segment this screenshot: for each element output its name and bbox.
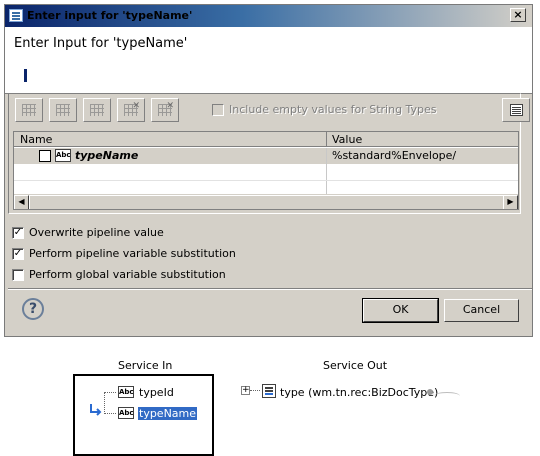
empty-row: [14, 164, 518, 180]
service-in-label: Service In: [118, 359, 173, 372]
duplicate-row-button[interactable]: [83, 98, 111, 122]
cell-separator: [326, 164, 327, 180]
delete-row-button[interactable]: ✕: [117, 98, 145, 122]
duplicate-row-icon: [90, 104, 104, 116]
dialog-title: Enter input for 'typeName': [27, 9, 193, 22]
string-type-icon: Abc: [118, 386, 134, 398]
insert-row-icon: [56, 104, 70, 116]
horizontal-scrollbar[interactable]: ◀ ▶: [14, 194, 518, 209]
tree-line: [250, 390, 260, 391]
columns-button[interactable]: [502, 98, 530, 122]
row-checkbox[interactable]: [39, 150, 51, 162]
cell-separator: [326, 181, 327, 195]
global-substitution-checkbox[interactable]: [12, 269, 24, 281]
help-icon[interactable]: ?: [22, 298, 44, 320]
column-value-header[interactable]: Value: [332, 133, 362, 146]
overwrite-pipeline-label: Overwrite pipeline value: [29, 226, 164, 239]
pipeline-substitution-label: Perform pipeline variable substitution: [29, 247, 236, 260]
columns-icon: [510, 104, 523, 116]
service-out-label: Service Out: [323, 359, 388, 372]
field-typeid[interactable]: typeId: [139, 386, 174, 399]
pipeline-substitution-checkbox[interactable]: ✓: [12, 248, 24, 260]
scroll-thumb[interactable]: [29, 195, 505, 209]
clear-rows-button[interactable]: ✕: [151, 98, 179, 122]
ok-button[interactable]: OK: [362, 298, 439, 323]
connector-dot[interactable]: [427, 389, 433, 395]
editor-toolbar: ✕ ✕ Include empty values for String Type…: [9, 96, 532, 124]
empty-row: [14, 181, 518, 195]
field-typename[interactable]: typeName: [138, 407, 198, 420]
field-type-record[interactable]: type (wm.tn.rec:BizDocType): [280, 386, 438, 399]
scroll-right-button[interactable]: ▶: [503, 195, 518, 209]
record-icon: [262, 384, 276, 398]
insert-row-button[interactable]: [49, 98, 77, 122]
cell-separator: [326, 148, 327, 164]
scroll-left-button[interactable]: ◀: [14, 195, 29, 209]
row-value[interactable]: %standard%Envelope/: [332, 149, 456, 162]
column-name-header[interactable]: Name: [20, 133, 52, 146]
dialog-header: Enter Input for 'typeName': [5, 27, 532, 94]
add-row-button[interactable]: [15, 98, 43, 122]
close-button[interactable]: ×: [510, 8, 526, 22]
global-substitution-label: Perform global variable substitution: [29, 268, 226, 281]
column-separator: [326, 132, 327, 147]
header-title: Enter Input for 'typeName': [14, 36, 188, 51]
title-bar[interactable]: Enter input for 'typeName' ×: [5, 5, 532, 27]
row-name: typeName: [75, 149, 139, 162]
include-empty-label: Include empty values for String Types: [229, 103, 437, 116]
map-arrow-icon: [90, 404, 102, 416]
window-icon: [9, 9, 23, 22]
footer-divider: [8, 288, 532, 290]
input-table: Name Value Abc typeName %standard%Envelo…: [13, 131, 519, 210]
include-empty-box[interactable]: [212, 104, 224, 116]
expand-toggle[interactable]: +: [241, 386, 250, 395]
text-cursor: [24, 69, 27, 82]
string-type-icon: Abc: [118, 407, 134, 419]
table-row[interactable]: Abc typeName %standard%Envelope/: [14, 148, 518, 164]
tree-line: [104, 392, 116, 393]
connector-line: [434, 392, 460, 400]
cancel-button[interactable]: Cancel: [444, 299, 519, 322]
table-header: Name Value: [14, 132, 518, 147]
tree-line: [104, 392, 105, 414]
overwrite-pipeline-checkbox[interactable]: ✓: [12, 227, 24, 239]
string-type-icon: Abc: [55, 149, 71, 162]
add-row-icon: [22, 104, 36, 116]
tree-line: [104, 413, 116, 414]
